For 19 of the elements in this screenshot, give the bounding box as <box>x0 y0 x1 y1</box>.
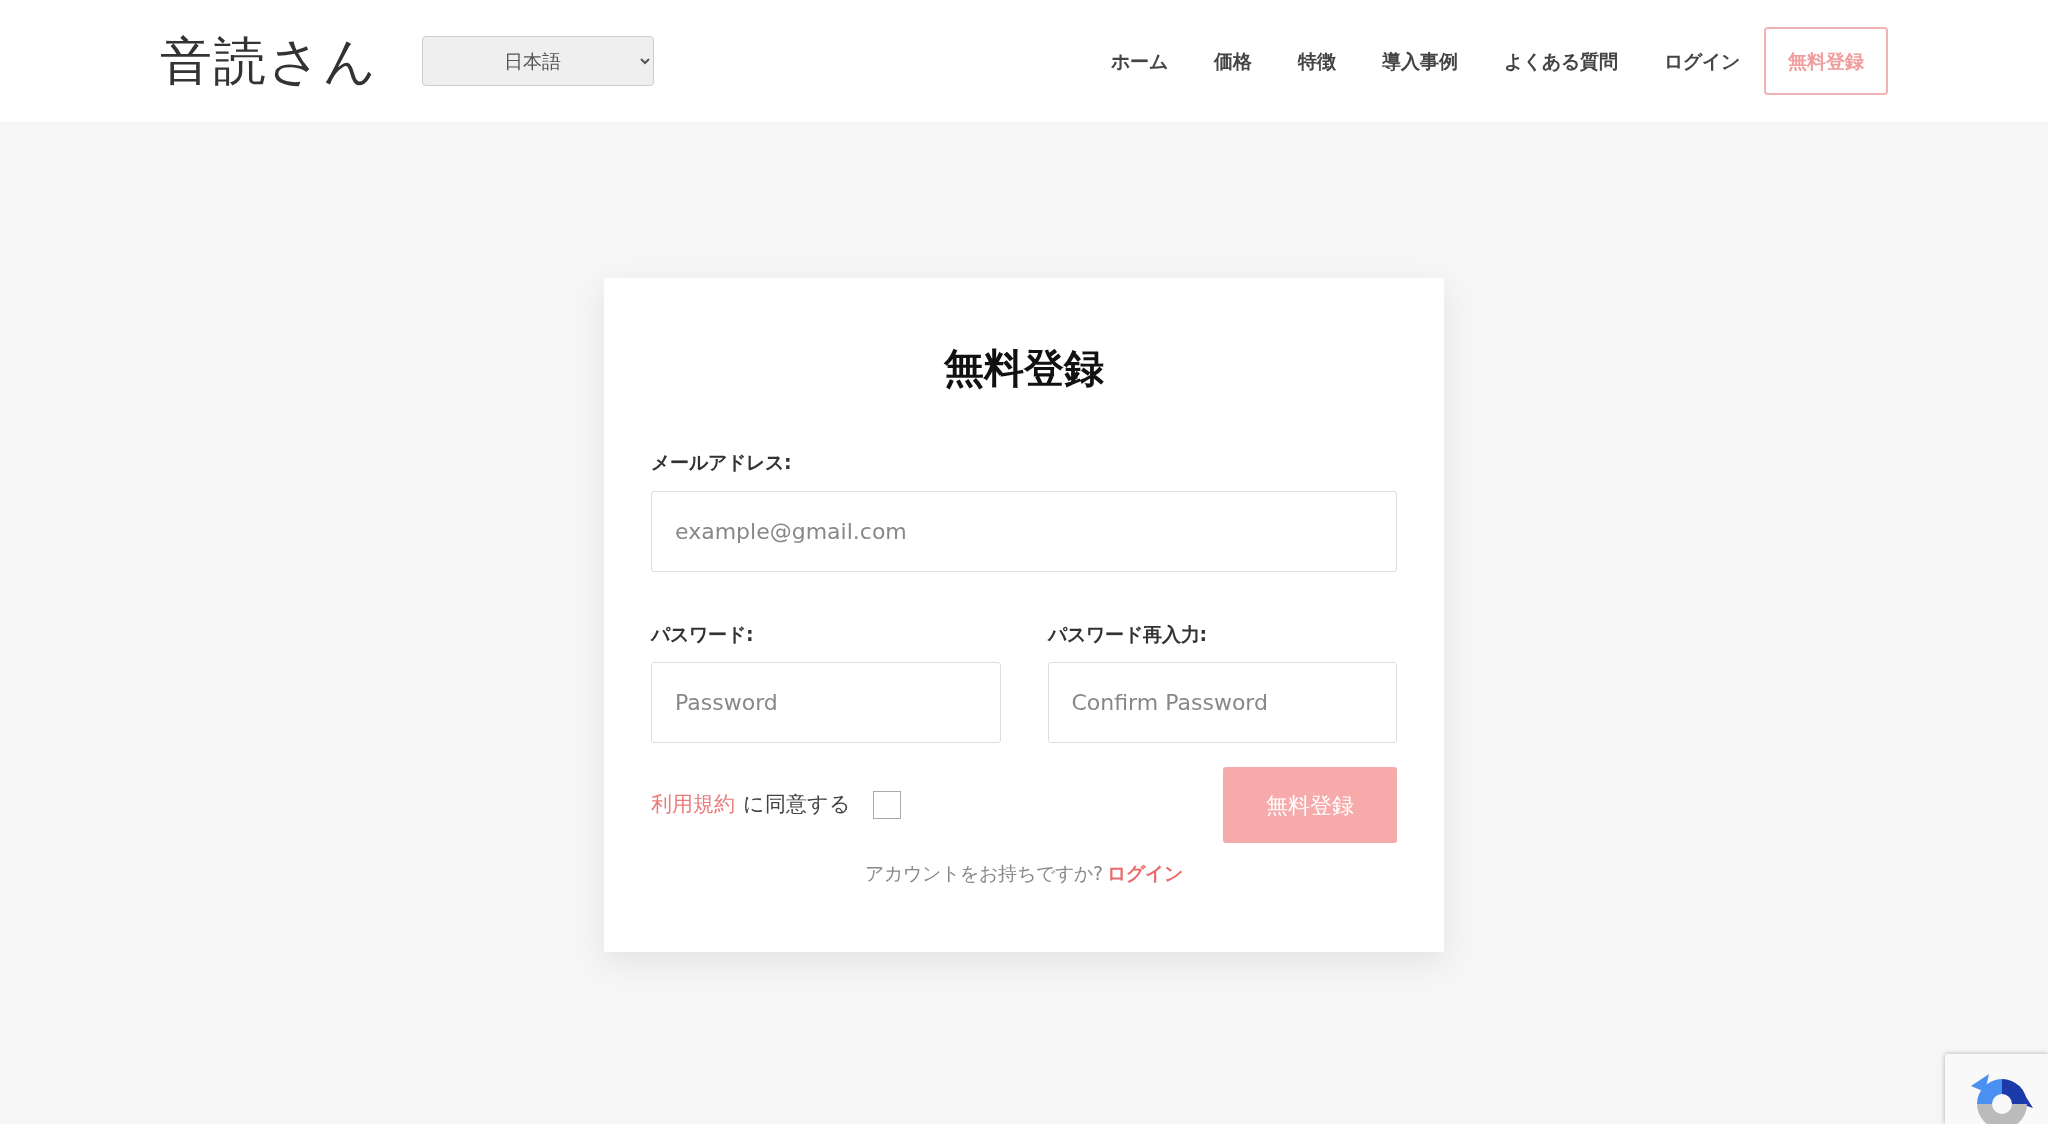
nav-link[interactable]: ホーム <box>1111 46 1168 76</box>
terms-text: に同意する <box>743 791 851 819</box>
form-title: 無料登録 <box>943 344 1105 393</box>
logo[interactable]: 音読さん <box>160 22 378 100</box>
nav-link[interactable]: ログイン <box>1664 46 1740 76</box>
email-field[interactable]: example@gmail.com <box>651 490 1397 572</box>
nav-link[interactable]: 価格 <box>1214 46 1252 76</box>
nav-link[interactable]: よくある質問 <box>1504 46 1618 76</box>
nav-link[interactable]: 導入事例 <box>1382 46 1458 76</box>
nav-link[interactable]: 特徴 <box>1298 46 1336 76</box>
field-label: パスワード再入力: <box>1047 621 1209 647</box>
terms-checkbox[interactable] <box>873 791 901 819</box>
recaptcha-badge[interactable] <box>1945 1054 2048 1124</box>
confirm-password-field[interactable]: Confirm Password <box>1047 662 1397 743</box>
language-select[interactable]: 日本語 <box>422 36 654 86</box>
login-prompt: アカウントをお持ちですか? <box>864 861 1104 886</box>
field-label: メールアドレス: <box>651 450 793 475</box>
field-label: パスワード: <box>651 621 755 647</box>
password-field[interactable]: Password <box>651 662 1001 743</box>
